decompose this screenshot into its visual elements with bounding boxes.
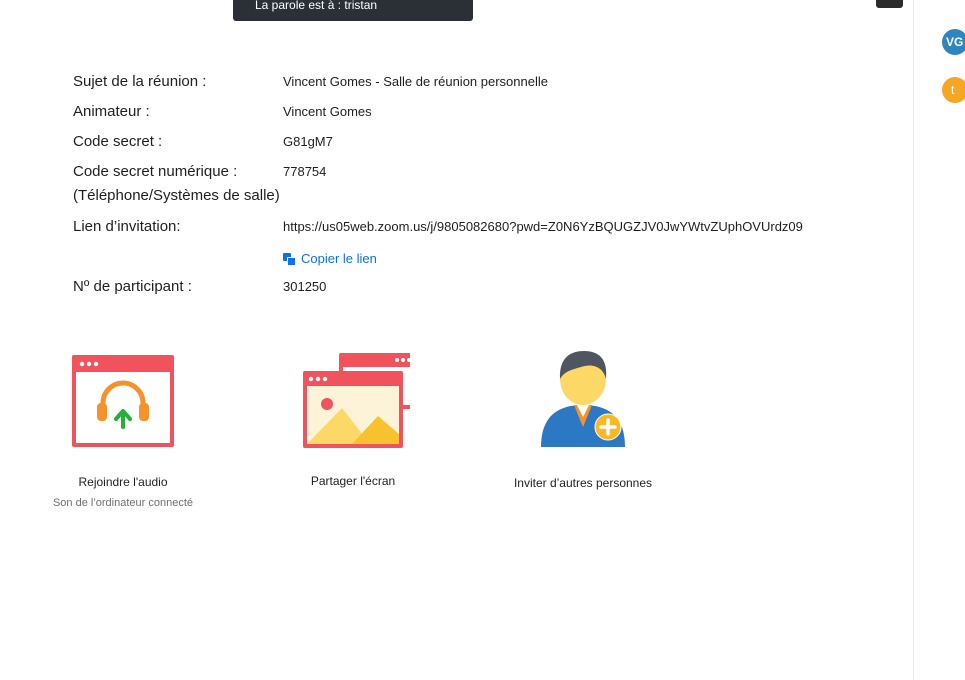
view-toggle-icon[interactable] bbox=[876, 0, 903, 8]
passcode-value: G81gM7 bbox=[283, 134, 333, 149]
join-audio-label: Rejoindre l'audio bbox=[78, 475, 168, 489]
panel-divider bbox=[913, 0, 914, 680]
avatar[interactable]: t bbox=[942, 77, 965, 103]
avatar[interactable]: VG bbox=[942, 29, 965, 55]
share-screen-label: Partager l'écran bbox=[310, 474, 396, 488]
join-audio-icon bbox=[72, 355, 174, 447]
invite-participants-icon bbox=[541, 351, 625, 447]
share-screen-button[interactable]: Partager l'écran bbox=[288, 352, 418, 488]
subject-value: Vincent Gomes - Salle de réunion personn… bbox=[283, 74, 548, 89]
host-value: Vincent Gomes bbox=[283, 104, 372, 119]
copy-link-label: Copier le lien bbox=[301, 251, 377, 266]
participant-id-label: Nº de participant : bbox=[73, 278, 192, 295]
passcode-label: Code secret : bbox=[73, 133, 163, 150]
active-speaker-banner: La parole est à : tristan bbox=[233, 0, 473, 21]
invite-link-value[interactable]: https://us05web.zoom.us/j/9805082680?pwd… bbox=[283, 219, 803, 234]
invite-link-label: Lien d’invitation: bbox=[73, 218, 181, 235]
host-label: Animateur : bbox=[73, 103, 150, 120]
numeric-passcode-label: Code secret numérique : bbox=[73, 163, 238, 180]
numeric-passcode-value: 778754 bbox=[283, 164, 327, 179]
copy-icon bbox=[283, 252, 296, 266]
numeric-passcode-sublabel: (Téléphone/Systèmes de salle) bbox=[73, 187, 280, 204]
invite-label: Inviter d’autres personnes bbox=[513, 476, 653, 490]
join-audio-sublabel: Son de l’ordinateur connecté bbox=[52, 497, 194, 509]
copy-link-button[interactable]: Copier le lien bbox=[283, 251, 377, 266]
active-speaker-text: La parole est à : tristan bbox=[255, 0, 378, 12]
join-audio-button[interactable]: Rejoindre l'audio Son de l’ordinateur co… bbox=[47, 353, 199, 509]
subject-label: Sujet de la réunion : bbox=[73, 73, 207, 90]
invite-button[interactable]: Inviter d’autres personnes bbox=[505, 347, 661, 490]
share-screen-icon bbox=[303, 353, 410, 448]
participant-id-value: 301250 bbox=[283, 279, 327, 294]
